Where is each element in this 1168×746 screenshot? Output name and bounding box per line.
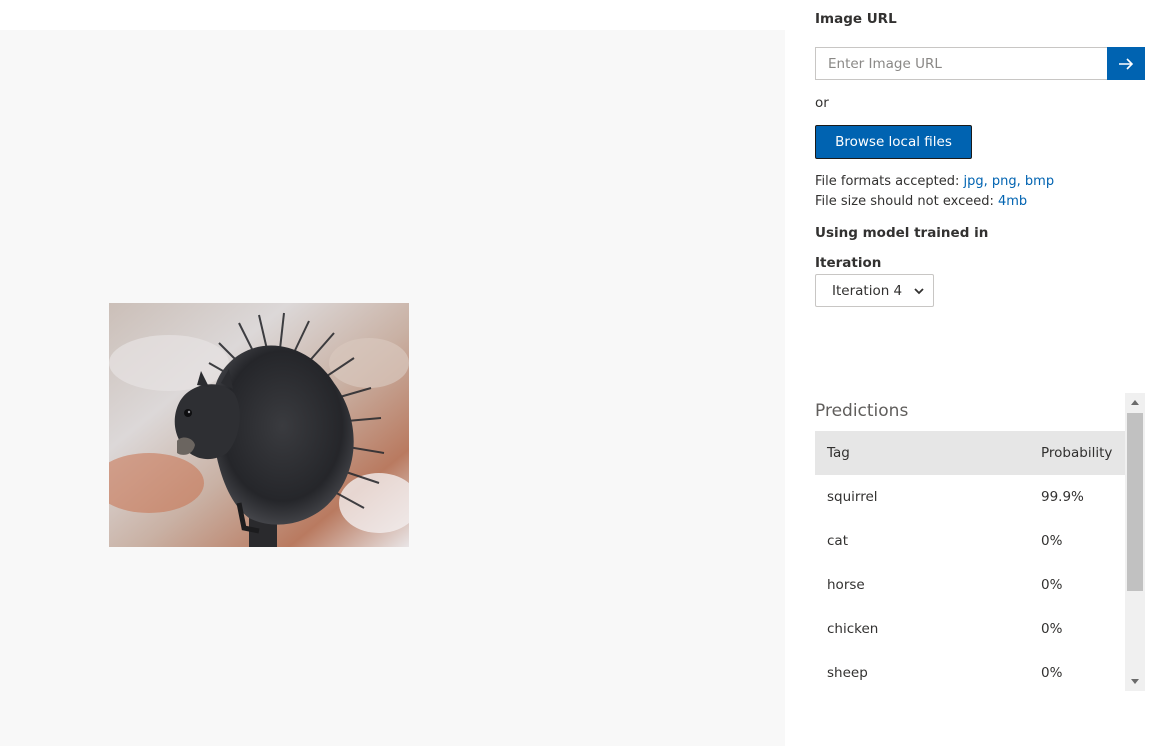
column-header-probability: Probability xyxy=(1041,445,1113,461)
submit-url-button[interactable] xyxy=(1107,47,1145,80)
tag-cell: horse xyxy=(827,577,865,593)
preview-image xyxy=(109,303,409,547)
browse-local-files-button[interactable]: Browse local files xyxy=(815,125,972,159)
file-size-value: 4mb xyxy=(998,194,1028,209)
file-formats-prefix: File formats accepted: xyxy=(815,174,964,189)
tag-cell: squirrel xyxy=(827,489,878,505)
file-size-info: File size should not exceed: 4mb xyxy=(815,194,1027,209)
probability-cell: 99.9% xyxy=(1041,489,1084,505)
probability-cell: 0% xyxy=(1041,621,1063,637)
probability-cell: 0% xyxy=(1041,533,1063,549)
scroll-up-arrow-icon[interactable] xyxy=(1130,398,1140,406)
model-heading: Using model trained in xyxy=(815,225,989,241)
iteration-selected-value: Iteration 4 xyxy=(832,282,903,299)
predictions-table: Tag Probability squirrel 99.9% cat 0% ho… xyxy=(815,431,1125,695)
image-url-input[interactable] xyxy=(815,47,1107,80)
table-row: squirrel 99.9% xyxy=(815,475,1125,519)
table-row: horse 0% xyxy=(815,563,1125,607)
tag-cell: cat xyxy=(827,533,848,549)
file-formats-info: File formats accepted: jpg, png, bmp xyxy=(815,174,1054,189)
predictions-header-row: Tag Probability xyxy=(815,431,1125,475)
image-url-label: Image URL xyxy=(815,11,897,27)
table-row: chicken 0% xyxy=(815,607,1125,651)
arrow-right-icon xyxy=(1119,57,1134,70)
table-row: sheep 0% xyxy=(815,651,1125,695)
iteration-select[interactable]: Iteration 4 xyxy=(815,274,934,307)
scrollbar-thumb[interactable] xyxy=(1127,413,1143,591)
scroll-down-arrow-icon[interactable] xyxy=(1130,678,1140,686)
side-panel: Image URL or Browse local files File for… xyxy=(815,0,1155,746)
tag-cell: sheep xyxy=(827,665,868,681)
file-formats-value: jpg, png, bmp xyxy=(963,174,1055,189)
tag-cell: chicken xyxy=(827,621,879,637)
probability-cell: 0% xyxy=(1041,577,1063,593)
chevron-down-icon xyxy=(914,288,924,295)
iteration-label: Iteration xyxy=(815,255,882,271)
predictions-title: Predictions xyxy=(815,401,909,421)
table-row: cat 0% xyxy=(815,519,1125,563)
probability-cell: 0% xyxy=(1041,665,1063,681)
file-size-prefix: File size should not exceed: xyxy=(815,194,998,209)
column-header-tag: Tag xyxy=(827,445,850,461)
image-preview-pane xyxy=(0,30,785,746)
predictions-scrollbar[interactable] xyxy=(1125,393,1145,691)
or-separator: or xyxy=(815,95,829,111)
